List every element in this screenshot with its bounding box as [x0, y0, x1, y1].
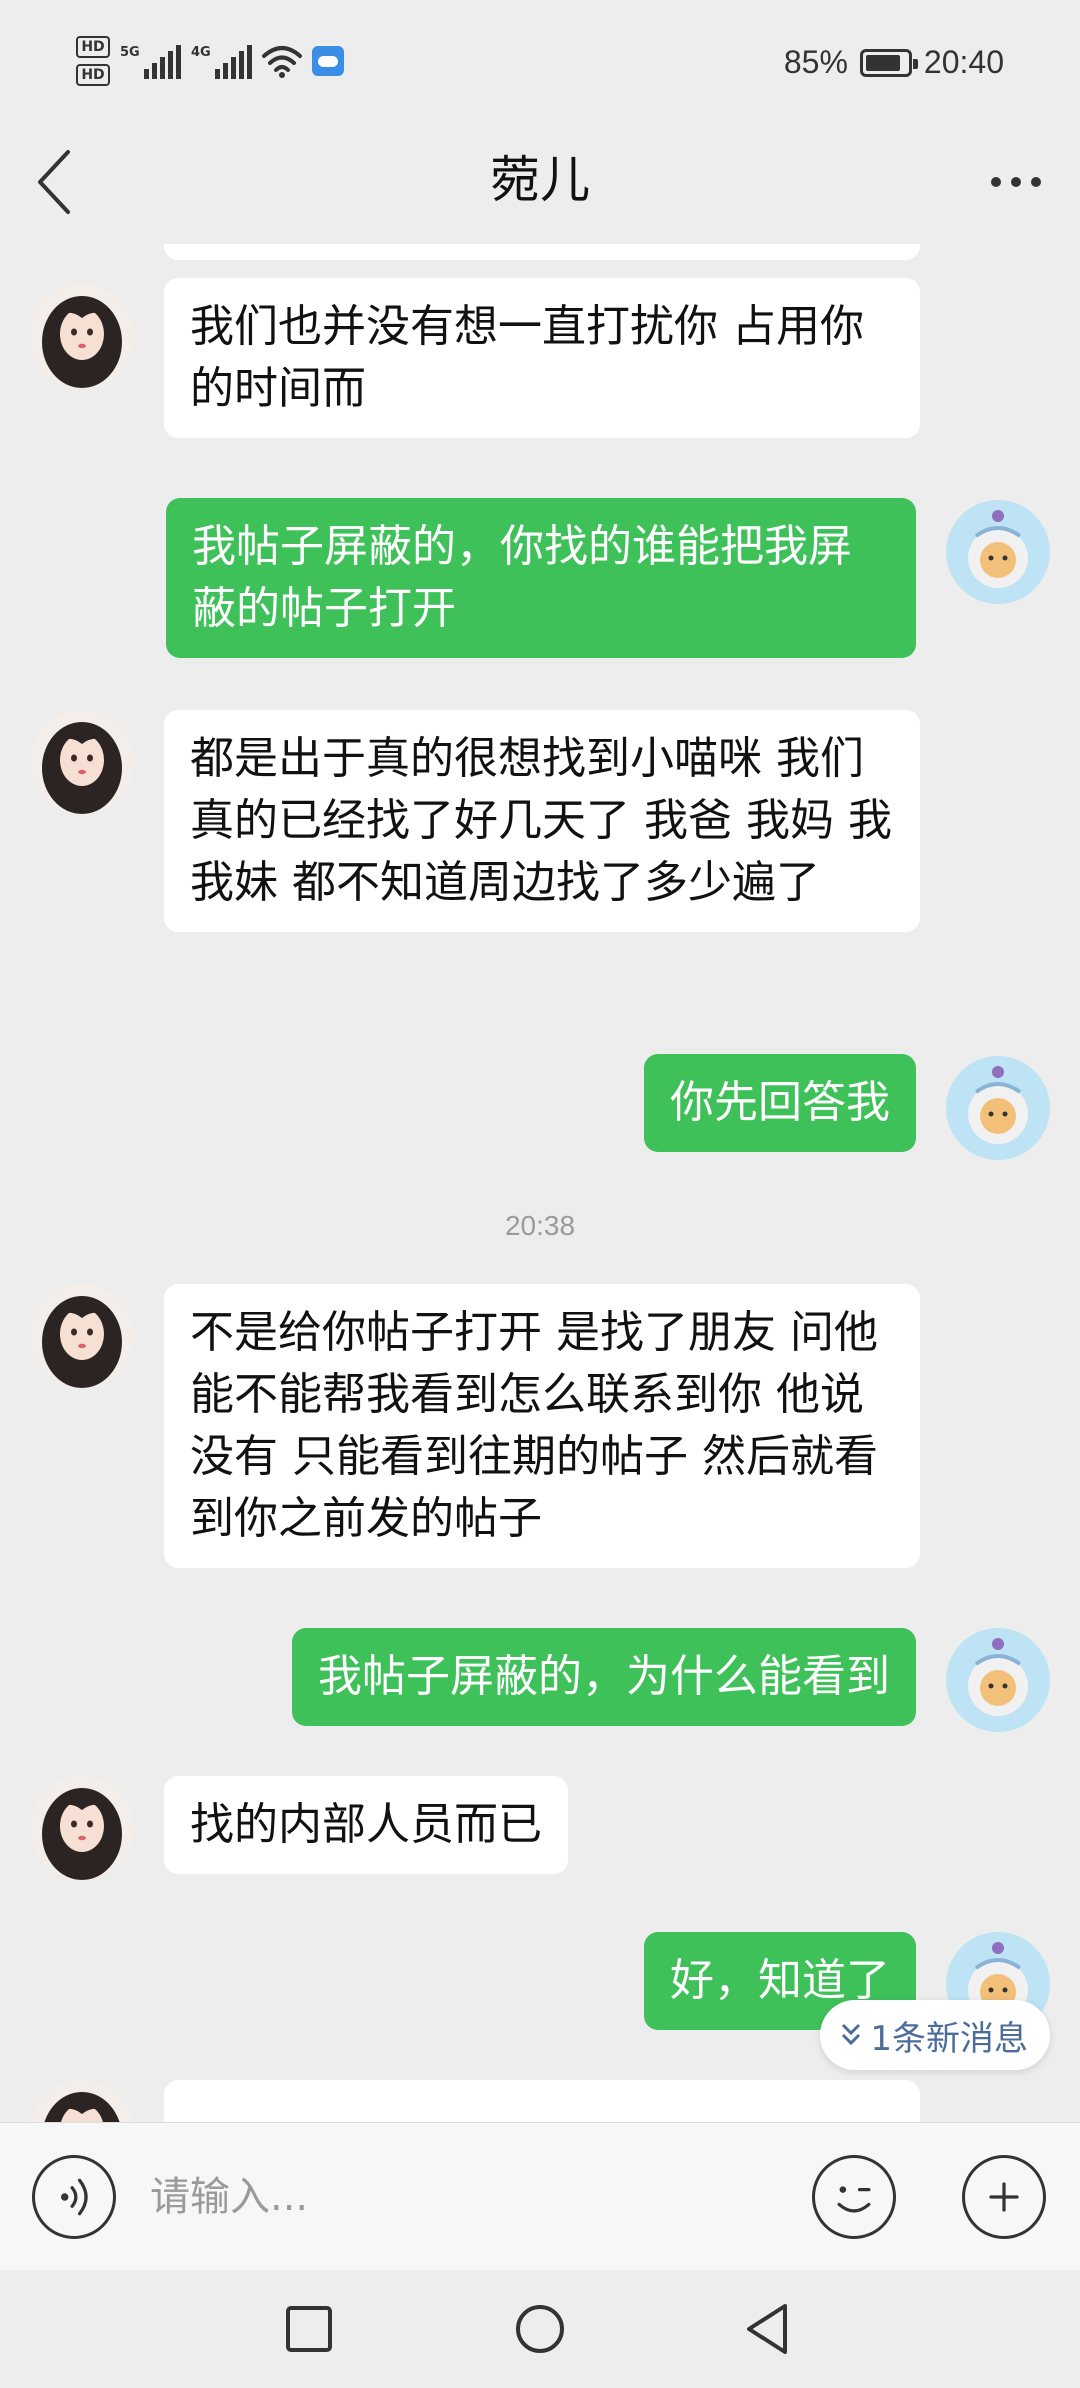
sim1-network-label: 5G	[120, 45, 140, 60]
chat-header: 菀儿	[0, 130, 1080, 244]
contact-avatar[interactable]	[30, 1776, 134, 1880]
battery-icon	[859, 48, 918, 77]
new-message-button[interactable]: 1条新消息	[820, 2000, 1050, 2070]
hd1-badge: HD	[76, 36, 110, 58]
partial-bubble	[164, 244, 920, 260]
voice-icon[interactable]	[32, 2155, 116, 2239]
message-bubble[interactable]: 我帖子屏蔽的，为什么能看到	[292, 1628, 916, 1726]
my-avatar[interactable]	[946, 1056, 1050, 1160]
message-bubble[interactable]: 找的内部人员而已	[164, 1776, 568, 1874]
message-bubble[interactable]: 我们也并没有想一直打扰你 占用你的时间而	[164, 278, 920, 438]
message-bubble[interactable]: 我帖子屏蔽的，你找的谁能把我屏蔽的帖子打开	[166, 498, 916, 658]
sim1-signal-icon: 5G	[120, 43, 181, 79]
contact-avatar[interactable]	[30, 2080, 134, 2122]
chat-title: 菀儿	[490, 151, 590, 209]
nav-recents-icon[interactable]	[274, 2294, 344, 2364]
system-nav-bar	[0, 2270, 1080, 2388]
more-icon[interactable]	[980, 152, 1052, 212]
hd-indicators: HD HD	[76, 36, 110, 86]
contact-avatar[interactable]	[30, 1284, 134, 1388]
hd2-badge: HD	[76, 64, 110, 86]
partial-bubble	[164, 2080, 920, 2122]
nav-back-icon[interactable]	[733, 2294, 803, 2364]
message-bubble[interactable]: 你先回答我	[644, 1054, 916, 1152]
new-message-label: 1条新消息	[870, 2018, 1028, 2059]
nav-home-icon[interactable]	[505, 2294, 575, 2364]
sim2-signal-icon: 4G	[191, 43, 252, 79]
double-chevron-down-icon	[842, 2023, 861, 2046]
contact-avatar[interactable]	[30, 284, 134, 388]
status-left: HD HD 5G 4G	[76, 36, 344, 86]
message-bubble[interactable]: 不是给你帖子打开 是找了朋友 问他能不能帮我看到怎么联系到你 他说没有 只能看到…	[164, 1284, 920, 1568]
plus-icon[interactable]	[962, 2155, 1046, 2239]
message-input[interactable]	[150, 2153, 790, 2241]
my-avatar[interactable]	[946, 500, 1050, 604]
wifi-icon	[262, 46, 302, 78]
status-right: 85% 20:40	[784, 44, 1004, 81]
clock: 20:40	[923, 44, 1004, 80]
my-avatar[interactable]	[946, 1628, 1050, 1732]
sim2-network-label: 4G	[191, 45, 211, 60]
timestamp: 20:38	[504, 1210, 576, 1241]
battery-percent: 85%	[783, 44, 848, 80]
input-bar	[0, 2122, 1080, 2270]
status-bar: HD HD 5G 4G 85% 20:40	[0, 0, 1080, 130]
message-bubble[interactable]: 都是出于真的很想找到小喵咪 我们真的已经找了好几天了 我爸 我妈 我 我妹 都不…	[164, 710, 920, 932]
emoji-icon[interactable]	[812, 2155, 896, 2239]
contact-avatar[interactable]	[30, 710, 134, 814]
chat-area[interactable]: 我们也并没有想一直打扰你 占用你的时间而 我帖子屏蔽的，你找的谁能把我屏蔽的帖子…	[0, 244, 1080, 2122]
cloud-icon	[312, 46, 344, 76]
